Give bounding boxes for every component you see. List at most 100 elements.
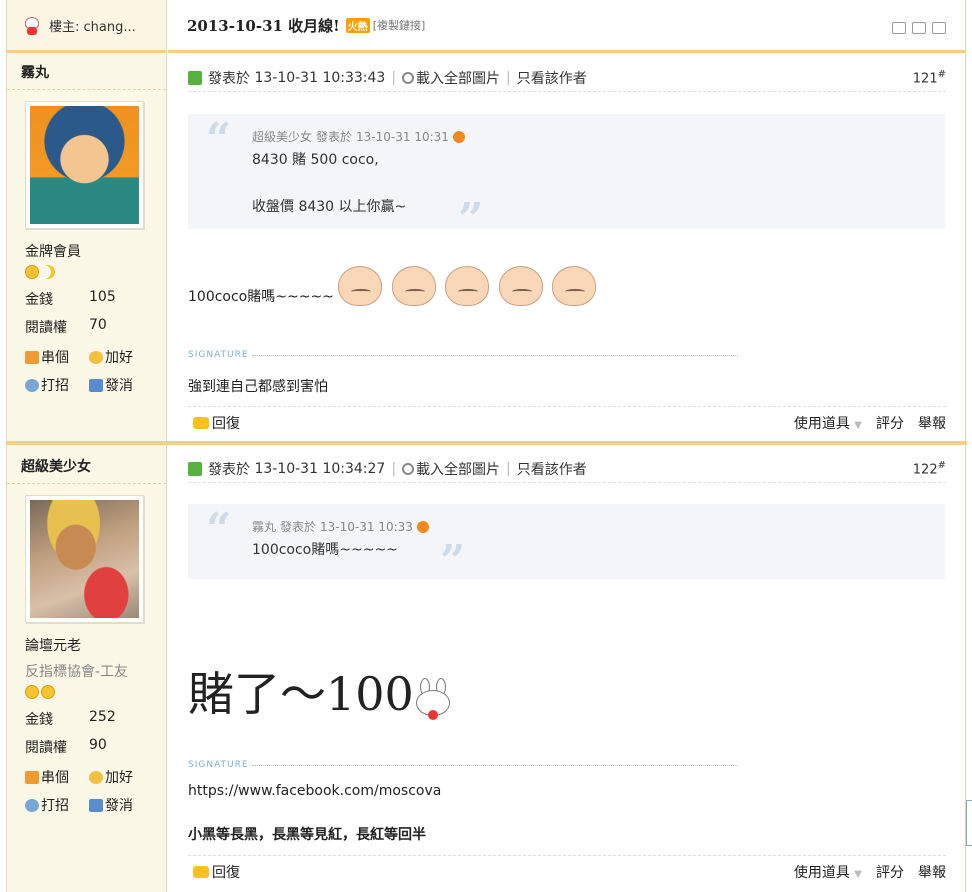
avatar[interactable]	[25, 495, 144, 623]
signature-label: SIGNATURE	[188, 350, 738, 360]
post-footer: 回復 使用道具 ▼ 評分 舉報	[188, 855, 946, 887]
thread-starter-label: 樓主: chang...	[49, 19, 136, 35]
copy-link-button[interactable]: [複製鏈接]	[373, 17, 426, 33]
user-actions: 串個 加好 打招 發消	[7, 347, 166, 395]
crying-emoji-icon	[498, 266, 543, 306]
sun-medal-icon	[25, 265, 39, 279]
quote-block: “ ” 超級美少女 發表於 13-10-31 10:31 8430 賭 500 …	[188, 114, 945, 242]
visit-space-link[interactable]: 串個	[25, 347, 89, 367]
reply-icon	[193, 865, 209, 878]
crying-emoji-icon	[391, 266, 436, 306]
floor-number[interactable]: 122#	[913, 460, 946, 477]
user-profile: 超級美少女 論壇元老 反指標協會-工友 金錢 252 閱讀權 90 串個 加好 打招…	[7, 450, 166, 815]
post-content: 100coco賭嗎~~~~~	[188, 266, 601, 306]
send-message-link[interactable]: 發消	[89, 375, 159, 395]
thread-starter[interactable]: 樓主: chang...	[7, 0, 166, 53]
floor-number[interactable]: 121#	[913, 69, 946, 86]
thread-tools	[892, 22, 946, 34]
poke-icon	[25, 798, 39, 812]
medals	[7, 685, 166, 701]
crying-emoji-icon	[338, 266, 383, 306]
sun-medal-icon	[41, 685, 55, 699]
signature-link[interactable]: https://www.facebook.com/moscova	[188, 783, 441, 799]
thread-title: 2013-10-31 收月線!	[187, 16, 340, 35]
user-actions: 串個 加好 打招 發消	[7, 767, 166, 815]
post-column: 2013-10-31 收月線! 火熱 [複製鏈接] 發表於 13-10-31 1…	[168, 0, 966, 892]
only-author-link[interactable]: 只看該作者	[517, 459, 587, 479]
rate-button[interactable]: 評分	[876, 862, 904, 882]
search-icon	[402, 71, 415, 84]
crying-emoji-icon	[445, 266, 490, 306]
friend-icon	[89, 350, 103, 364]
rabbit-emoji-icon	[414, 678, 454, 724]
moon-medal-icon	[41, 265, 55, 279]
thread-page: 樓主: chang... 霧丸 金牌會員 金錢 105 閱讀權 70 串個 加好 打…	[6, 0, 967, 892]
mascot-icon	[23, 15, 41, 35]
post-footer: 回復 使用道具 ▼ 評分 舉報	[188, 406, 946, 438]
quote-block: “ ” 霧丸 發表於 13-10-31 10:33 100coco賭嗎~~~~~	[188, 504, 945, 584]
poke-icon	[25, 378, 39, 392]
friend-icon	[89, 770, 103, 784]
hot-badge: 火熱	[345, 17, 370, 33]
report-button[interactable]: 舉報	[918, 862, 946, 882]
quote-text	[252, 173, 945, 192]
next-icon[interactable]	[932, 22, 946, 34]
reply-button[interactable]: 回復	[212, 862, 240, 882]
sun-medal-icon	[25, 685, 39, 699]
avatar[interactable]	[25, 101, 144, 229]
load-images-link[interactable]: 載入全部圖片	[416, 68, 500, 88]
print-icon[interactable]	[892, 22, 906, 34]
user-rank[interactable]: 論壇元老	[7, 635, 166, 655]
reply-button[interactable]: 回復	[212, 413, 240, 433]
signature-label: SIGNATURE	[188, 760, 738, 770]
crying-emoji-icon	[552, 266, 597, 306]
side-scroll-tab[interactable]	[966, 800, 972, 846]
poke-link[interactable]: 打招	[25, 795, 89, 815]
home-icon	[25, 770, 39, 784]
open-quote-icon: “	[206, 114, 232, 165]
reply-icon	[193, 416, 209, 429]
user-rank[interactable]: 金牌會員	[7, 241, 166, 261]
post-content: 賭了～100	[188, 658, 454, 724]
stat-permission: 閱讀權 90	[25, 737, 107, 756]
quote-meta: 超級美少女 發表於 13-10-31 10:31	[252, 128, 945, 145]
report-button[interactable]: 舉報	[918, 413, 946, 433]
use-tool-button[interactable]: 使用道具 ▼	[794, 862, 862, 882]
quote-text: 收盤價 8430 以上你贏~	[252, 199, 407, 215]
post-header: 發表於 13-10-31 10:34:27 | 載入全部圖片 | 只看該作者 1…	[188, 455, 946, 483]
mail-icon	[89, 378, 103, 392]
poke-link[interactable]: 打招	[25, 375, 89, 395]
home-icon	[25, 350, 39, 364]
stat-permission: 閱讀權 70	[25, 317, 107, 336]
online-icon	[188, 70, 202, 85]
prev-icon[interactable]	[912, 22, 926, 34]
open-quote-icon: “	[206, 504, 232, 555]
quote-meta: 霧丸 發表於 13-10-31 10:33	[252, 518, 945, 535]
user-profile: 霧丸 金牌會員 金錢 105 閱讀權 70 串個 加好 打招 發消	[7, 56, 166, 395]
username[interactable]: 超級美少女	[7, 450, 166, 484]
only-author-link[interactable]: 只看該作者	[517, 68, 587, 88]
rate-button[interactable]: 評分	[876, 413, 904, 433]
add-friend-link[interactable]: 加好	[89, 767, 159, 787]
medals	[7, 265, 166, 281]
user-custom-title: 反指標協會-工友	[25, 664, 129, 680]
stat-money: 金錢 105	[25, 289, 116, 308]
send-message-link[interactable]: 發消	[89, 795, 159, 815]
visit-space-link[interactable]: 串個	[25, 767, 89, 787]
load-images-link[interactable]: 載入全部圖片	[416, 459, 500, 479]
username[interactable]: 霧丸	[7, 56, 166, 90]
use-tool-button[interactable]: 使用道具 ▼	[794, 413, 862, 433]
close-quote-icon: ”	[458, 194, 484, 245]
signature-text: 強到連自己都感到害怕	[188, 379, 328, 395]
add-friend-link[interactable]: 加好	[89, 347, 159, 367]
online-icon	[188, 461, 202, 476]
mail-icon	[89, 798, 103, 812]
signature-text: 小黑等長黑，長黑等見紅，長紅等回半	[188, 827, 426, 843]
author-sidebar: 樓主: chang... 霧丸 金牌會員 金錢 105 閱讀權 70 串個 加好 打…	[7, 0, 167, 892]
post-header: 發表於 13-10-31 10:33:43 | 載入全部圖片 | 只看該作者 1…	[188, 64, 946, 92]
quote-jump-icon[interactable]	[416, 520, 429, 533]
post-time: 13-10-31 10:33:43	[254, 69, 386, 86]
quote-text: 8430 賭 500 coco,	[252, 152, 379, 168]
close-quote-icon: ”	[440, 536, 466, 587]
quote-jump-icon[interactable]	[452, 130, 465, 143]
